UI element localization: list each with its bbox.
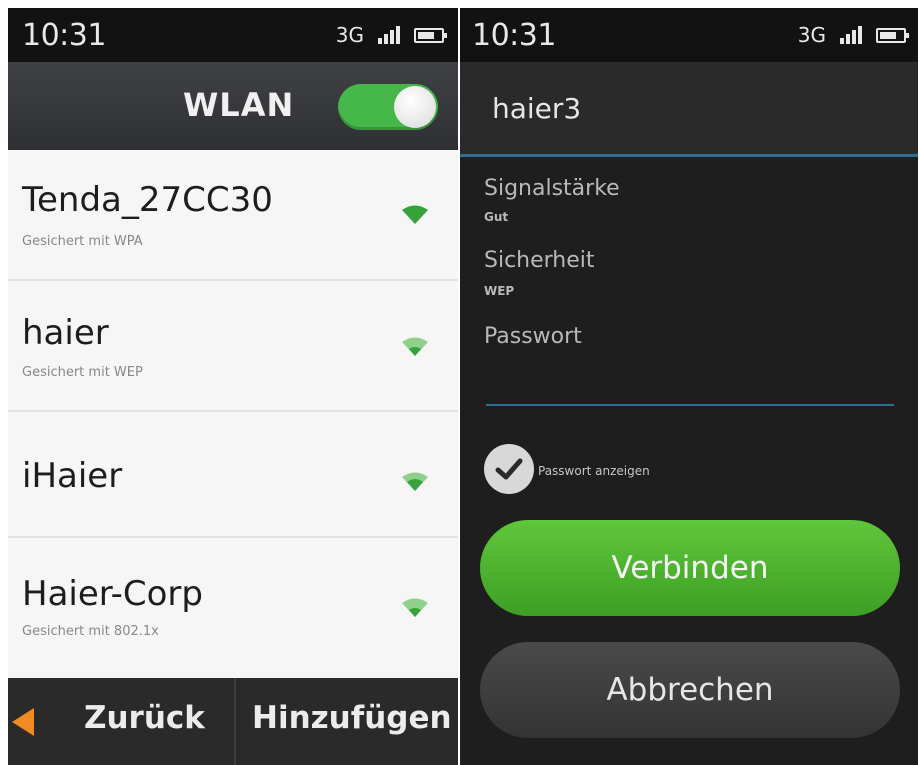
connect-dialog-screen: 10:31 3G haier3 Signalstärke Gut Sicherh… [460,8,918,765]
network-name: haier [22,313,109,353]
security-value: WEP [484,284,515,298]
cell-signal-icon [840,26,862,44]
wifi-signal-icon [402,598,428,617]
back-arrow-icon [12,708,34,736]
battery-icon [876,27,909,43]
list-item[interactable]: Tenda_27CC30 Gesichert mit WPA [8,150,458,281]
show-password-label: Passwort anzeigen [538,464,650,478]
network-type-label: 3G [335,23,364,47]
dialog-title: haier3 [492,92,582,125]
show-password-checkbox[interactable] [484,444,534,494]
list-item[interactable]: haier Gesichert mit WEP [8,281,458,412]
bottom-bar: Zurück Hinzufügen [8,678,458,765]
back-button-label: Zurück [84,700,205,736]
security-label: Sicherheit [484,248,595,273]
wifi-signal-icon [402,205,428,224]
network-security: Gesichert mit WEP [22,365,143,380]
connect-button-label: Verbinden [611,550,769,586]
network-name: Haier-Corp [22,574,203,614]
network-security: Gesichert mit 802.1x [22,624,159,639]
page-title: WLAN [183,86,295,124]
status-time: 10:31 [22,17,106,53]
wlan-list-screen: 10:31 3G WLAN Tenda_27CC30 Gesichert mit… [8,8,458,765]
add-network-button[interactable]: Hinzufügen [236,678,458,765]
status-bar: 10:31 3G [460,8,918,62]
password-field[interactable] [486,382,894,406]
cancel-button-label: Abbrechen [606,672,774,708]
network-type-label: 3G [797,23,826,47]
toggle-knob [394,86,436,128]
network-name: iHaier [22,456,123,496]
wifi-signal-icon [402,472,428,491]
dialog-header: haier3 [460,62,918,157]
network-security: Gesichert mit WPA [22,234,143,249]
list-item[interactable]: iHaier [8,412,458,538]
add-button-label: Hinzufügen [252,700,452,736]
status-bar: 10:31 3G [8,8,458,62]
list-item[interactable]: Haier-Corp Gesichert mit 802.1x [8,538,458,669]
wlan-header: WLAN [8,62,458,150]
signal-strength-value: Gut [484,210,509,224]
wlan-toggle[interactable] [338,84,438,130]
wifi-signal-icon [402,337,428,356]
battery-icon [414,27,447,43]
connect-button[interactable]: Verbinden [480,520,900,616]
back-button[interactable]: Zurück [8,678,236,765]
cancel-button[interactable]: Abbrechen [480,642,900,738]
password-label: Passwort [484,324,582,349]
cell-signal-icon [378,26,400,44]
network-name: Tenda_27CC30 [22,180,273,220]
network-list: Tenda_27CC30 Gesichert mit WPA haier Ges… [8,150,458,678]
checkmark-icon [495,458,523,480]
signal-strength-label: Signalstärke [484,176,620,201]
status-time: 10:31 [472,17,556,53]
